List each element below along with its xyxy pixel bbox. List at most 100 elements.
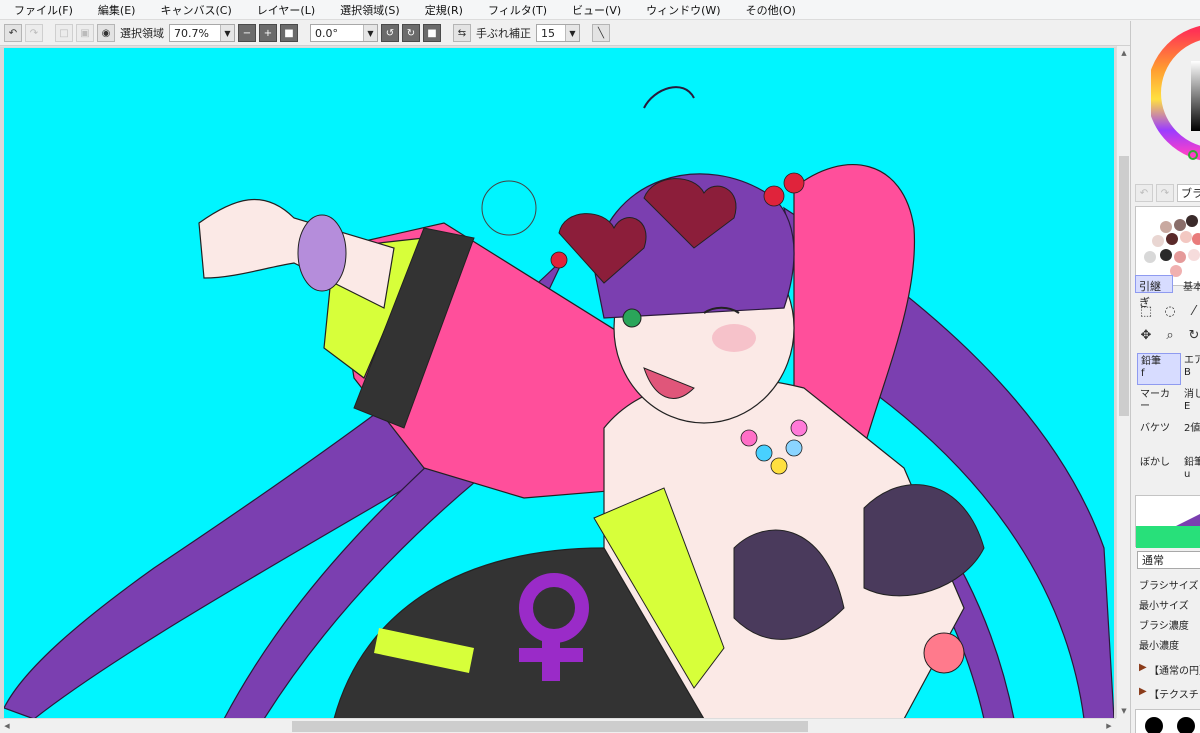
- flip-horizontal-button[interactable]: ⇆: [453, 24, 471, 42]
- menu-edit[interactable]: 編集(E): [84, 2, 147, 18]
- menu-canvas[interactable]: キャンバス(C): [146, 2, 242, 18]
- antialias-button[interactable]: ╲: [592, 24, 610, 42]
- tool-binary-label: 2値: [1184, 423, 1200, 434]
- menu-filter[interactable]: フィルタ(T): [474, 2, 558, 18]
- right-tool-panel: ↶ ↷ ブラ 引継ぎ 基本 ⬚ ◌ ⁄ ✥ ⌕ ↻ 鉛筆 f エア B マーカー…: [1130, 21, 1200, 733]
- rotation-value: 0.0°: [315, 26, 338, 40]
- menu-ruler[interactable]: 定規(R): [411, 2, 474, 18]
- tool-airbrush-key: B: [1184, 367, 1191, 378]
- selection-label: 選択領域: [120, 27, 164, 40]
- deselect-button[interactable]: □: [55, 24, 73, 42]
- expand-circle-icon[interactable]: ▶: [1139, 662, 1147, 673]
- zoom-out-button[interactable]: −: [238, 24, 256, 42]
- tool-eraser-label: 消し: [1184, 389, 1200, 400]
- tool-pencil-key: f: [1141, 368, 1145, 379]
- panel-undo-button[interactable]: ↶: [1135, 184, 1153, 202]
- redo-icon: ↷: [29, 27, 39, 39]
- scroll-right-icon[interactable]: ▶: [1103, 720, 1115, 732]
- vertical-scroll-thumb[interactable]: [1119, 156, 1129, 416]
- expand-texture-icon[interactable]: ▶: [1139, 686, 1147, 697]
- rect-select-icon[interactable]: ⬚: [1135, 301, 1157, 321]
- menu-window[interactable]: ウィンドウ(W): [632, 2, 731, 18]
- menu-layer[interactable]: レイヤー(L): [243, 2, 326, 18]
- tab-basic[interactable]: 基本: [1183, 278, 1200, 293]
- zoom-select[interactable]: 70.7% ▼: [169, 24, 235, 42]
- tool-bucket[interactable]: バケツ: [1137, 421, 1181, 453]
- horizontal-scroll-thumb[interactable]: [292, 721, 808, 732]
- tool-binary[interactable]: 2値: [1181, 421, 1200, 453]
- scroll-left-icon[interactable]: ◀: [1, 720, 13, 732]
- menu-other[interactable]: その他(O): [732, 2, 807, 18]
- canvas-area: [0, 46, 1116, 719]
- minus-icon: −: [242, 27, 252, 39]
- tab-brush-label: ブラ: [1181, 187, 1200, 200]
- tool-pencil-2-key: u: [1184, 469, 1191, 480]
- lasso-icon[interactable]: ◌: [1159, 301, 1181, 321]
- tab-brush[interactable]: ブラ: [1177, 184, 1200, 202]
- brush-tip-list[interactable]: [1135, 709, 1200, 733]
- tool-airbrush[interactable]: エア B: [1181, 353, 1200, 385]
- invert-selection-button[interactable]: ▣: [76, 24, 94, 42]
- redo-button[interactable]: ↷: [25, 24, 43, 42]
- tool-marker-label: マーカー: [1140, 389, 1170, 412]
- deselect-icon: □: [59, 27, 69, 39]
- move-icon[interactable]: ✥: [1135, 325, 1157, 345]
- scroll-up-icon[interactable]: ▲: [1118, 47, 1130, 59]
- zoom-value: 70.7%: [174, 26, 209, 40]
- selection-visibility-button[interactable]: ◉: [97, 24, 115, 42]
- blend-mode-value: 通常: [1142, 554, 1164, 567]
- scroll-down-icon[interactable]: ▼: [1118, 705, 1130, 717]
- tool-pencil-2-label: 鉛筆: [1184, 457, 1200, 468]
- stabilizer-select[interactable]: 15 ▼: [536, 24, 580, 42]
- drawing-canvas[interactable]: [4, 48, 1114, 719]
- toolbar: ↶ ↷ □ ▣ ◉ 選択領域 70.7% ▼ − + ■ 0.0° ▼ ↺ ↻ …: [0, 21, 1130, 46]
- artwork-illustration: [4, 86, 1114, 719]
- rotation-select[interactable]: 0.0° ▼: [310, 24, 378, 42]
- chevron-down-icon: ▼: [220, 25, 234, 41]
- color-swatches[interactable]: [1135, 206, 1200, 286]
- brush-preview: [1135, 495, 1200, 548]
- tab-inherit[interactable]: 引継ぎ: [1135, 275, 1173, 309]
- line-icon: ╲: [597, 27, 605, 39]
- horizontal-scrollbar[interactable]: ◀ ▶: [0, 718, 1116, 733]
- menu-selection[interactable]: 選択領域(S): [326, 2, 411, 18]
- tool-bucket-label: バケツ: [1140, 423, 1170, 434]
- menu-file[interactable]: ファイル(F): [0, 2, 84, 18]
- undo-button[interactable]: ↶: [4, 24, 22, 42]
- rotate-reset-button[interactable]: ■: [423, 24, 441, 42]
- stabilizer-value: 15: [541, 26, 555, 40]
- chevron-down-icon: ▼: [565, 25, 579, 41]
- section-texture[interactable]: 【テクスチャ】: [1149, 686, 1200, 701]
- section-circle[interactable]: 【通常の円】: [1149, 662, 1200, 677]
- tool-eraser[interactable]: 消し E: [1181, 387, 1200, 419]
- invert-icon: ▣: [80, 27, 90, 39]
- zoom-in-button[interactable]: +: [259, 24, 277, 42]
- color-wheel[interactable]: [1151, 23, 1200, 173]
- menu-bar: ファイル(F) 編集(E) キャンバス(C) レイヤー(L) 選択領域(S) 定…: [0, 0, 1200, 20]
- zoom-icon[interactable]: ⌕: [1159, 325, 1181, 345]
- undo-icon: ↶: [1139, 187, 1149, 199]
- min-density-label: 最小濃度: [1139, 641, 1179, 652]
- tool-pencil[interactable]: 鉛筆 f: [1137, 353, 1181, 385]
- zoom-reset-button[interactable]: ■: [280, 24, 298, 42]
- menu-view[interactable]: ビュー(V): [558, 2, 632, 18]
- tool-blur[interactable]: ぼかし: [1137, 455, 1181, 487]
- brush-tip-dots: [1145, 717, 1195, 733]
- rotate-right-button[interactable]: ↻: [402, 24, 420, 42]
- rotate-left-button[interactable]: ↺: [381, 24, 399, 42]
- chevron-down-icon: ▼: [363, 25, 377, 41]
- rotate-icon[interactable]: ↻: [1183, 325, 1200, 345]
- brush-stroke-preview: [1136, 496, 1200, 548]
- tool-pencil-2[interactable]: 鉛筆 u: [1181, 455, 1200, 487]
- tool-marker[interactable]: マーカー: [1137, 387, 1181, 419]
- plus-icon: +: [263, 27, 273, 39]
- brush-size-label: ブラシサイズ: [1139, 581, 1199, 592]
- blend-mode-select[interactable]: 通常: [1137, 551, 1200, 569]
- magic-wand-icon[interactable]: ⁄: [1183, 301, 1200, 321]
- vertical-scrollbar[interactable]: ▲ ▼: [1116, 46, 1130, 718]
- rotate-left-icon: ↺: [385, 27, 395, 39]
- min-size-label: 最小サイズ: [1139, 601, 1189, 612]
- redo-icon: ↷: [1160, 187, 1170, 199]
- panel-redo-button[interactable]: ↷: [1156, 184, 1174, 202]
- flip-icon: ⇆: [457, 27, 467, 39]
